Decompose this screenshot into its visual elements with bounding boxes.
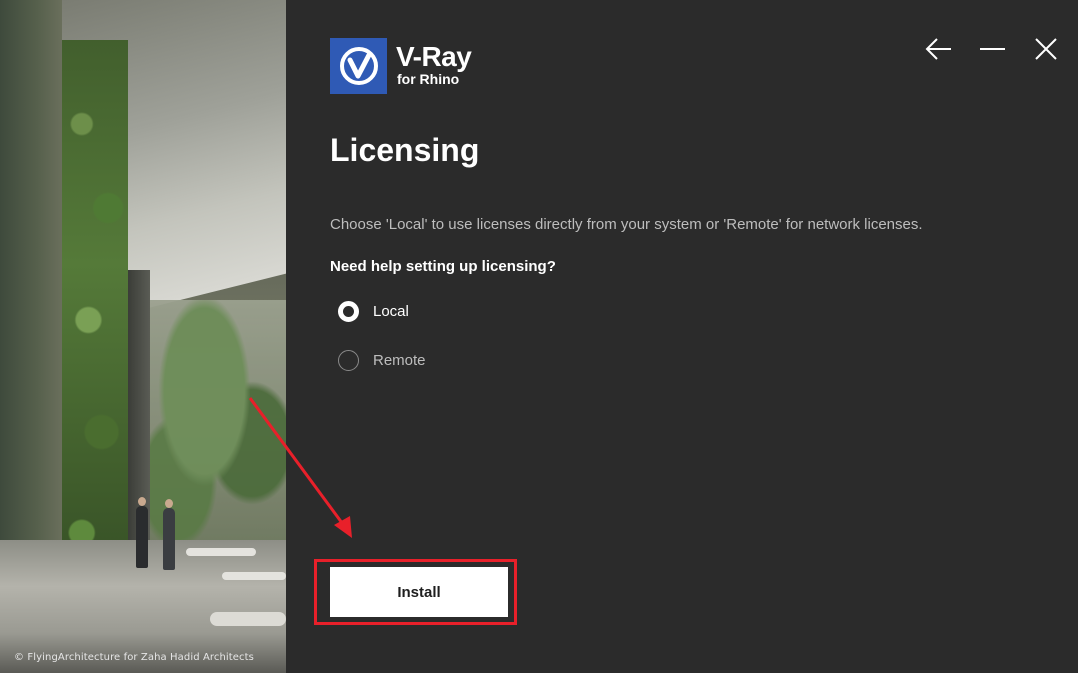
photo-bench — [210, 612, 286, 626]
close-button[interactable] — [1031, 34, 1061, 64]
back-button[interactable] — [924, 34, 954, 64]
brand-name: V-Ray — [396, 41, 472, 72]
photo-bench — [186, 548, 256, 556]
licensing-description: Choose 'Local' to use licenses directly … — [330, 216, 923, 233]
license-option-label: Remote — [373, 352, 426, 369]
minimize-button[interactable] — [978, 34, 1008, 64]
minimize-icon — [980, 48, 1005, 50]
page-title: Licensing — [330, 132, 480, 168]
radio-unchecked-icon[interactable] — [338, 350, 359, 371]
license-option-remote[interactable]: Remote — [338, 350, 426, 371]
brand-subtitle: for Rhino — [397, 71, 460, 87]
license-option-local[interactable]: Local — [338, 301, 409, 322]
photo-person — [163, 499, 175, 570]
photo-person — [136, 497, 148, 568]
license-option-label: Local — [373, 303, 409, 320]
close-icon — [1035, 38, 1057, 60]
photo-green-wall — [62, 40, 128, 600]
install-button[interactable]: Install — [330, 567, 508, 617]
photo-credit: © FlyingArchitecture for Zaha Hadid Arch… — [14, 652, 254, 663]
photo-bench — [222, 572, 286, 580]
arrow-left-icon — [925, 38, 951, 60]
licensing-help-link[interactable]: Need help setting up licensing? — [330, 258, 556, 275]
v-ray-logo-icon — [330, 38, 387, 94]
background-photo: © FlyingArchitecture for Zaha Hadid Arch… — [0, 0, 286, 673]
radio-checked-icon[interactable] — [338, 301, 359, 322]
